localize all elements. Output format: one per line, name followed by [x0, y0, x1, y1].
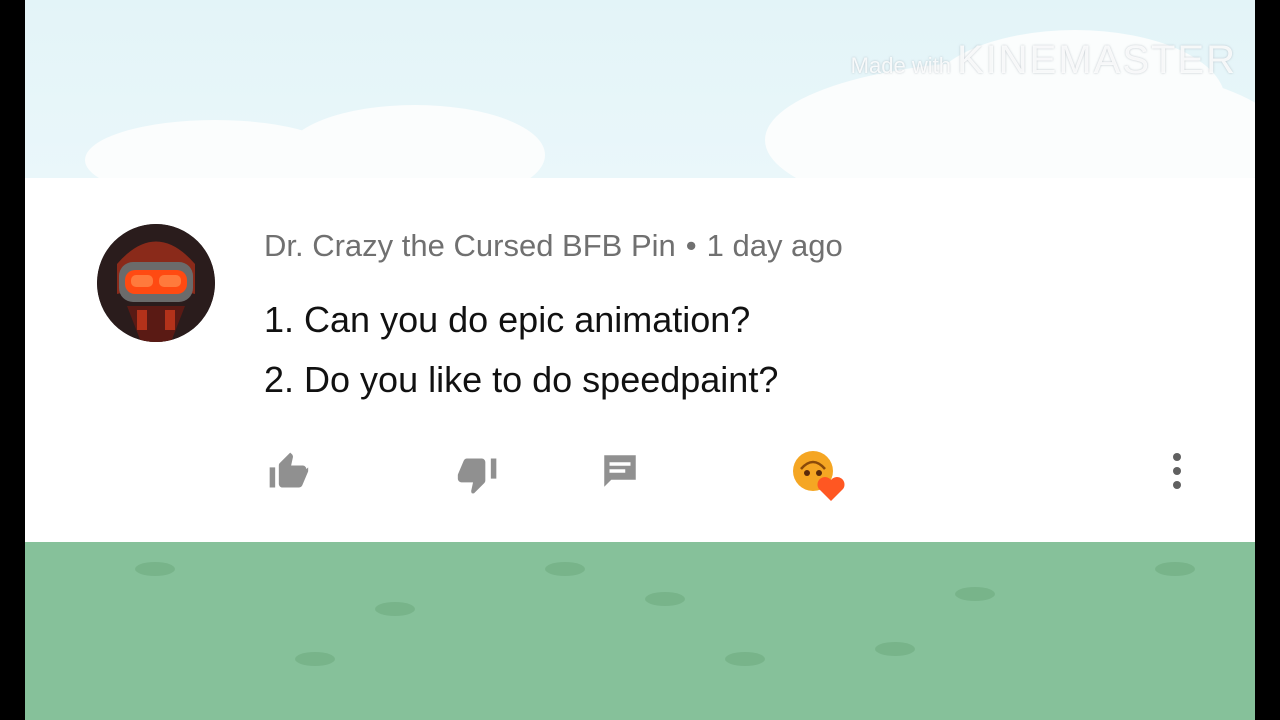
more-options-button[interactable]: [1165, 446, 1189, 496]
creator-heart[interactable]: [785, 446, 851, 508]
reply-button[interactable]: [597, 448, 643, 494]
comment-line: 2. Do you like to do speedpaint?: [264, 359, 779, 400]
kinemaster-watermark: Made with KINEMASTER: [850, 38, 1237, 82]
comment-meta: Dr. Crazy the Cursed BFB Pin • 1 day ago: [264, 228, 843, 264]
dislike-button[interactable]: [453, 450, 503, 500]
avatar-image: [97, 224, 215, 342]
comment-timestamp[interactable]: 1 day ago: [707, 228, 843, 263]
video-frame: Made with KINEMASTER Dr. Crazy the Cursed…: [25, 0, 1255, 720]
more-vertical-icon: [1173, 453, 1181, 489]
like-button[interactable]: [263, 446, 313, 496]
comment-line: 1. Can you do epic animation?: [264, 299, 751, 340]
thumbs-down-icon: [457, 458, 497, 494]
thumbs-up-icon: [269, 452, 309, 488]
comment-body: 1. Can you do epic animation? 2. Do you …: [264, 290, 778, 410]
avatar[interactable]: [97, 224, 215, 342]
sky-background: [25, 0, 1255, 220]
grass-background: [25, 542, 1255, 720]
comment-icon: [604, 455, 636, 487]
comment-card: Dr. Crazy the Cursed BFB Pin • 1 day ago 1…: [25, 178, 1255, 542]
comment-actions: [25, 446, 1255, 506]
meta-separator: •: [685, 228, 697, 263]
comment-author[interactable]: Dr. Crazy the Cursed BFB Pin: [264, 228, 676, 263]
creator-heart-icon: [793, 451, 845, 501]
